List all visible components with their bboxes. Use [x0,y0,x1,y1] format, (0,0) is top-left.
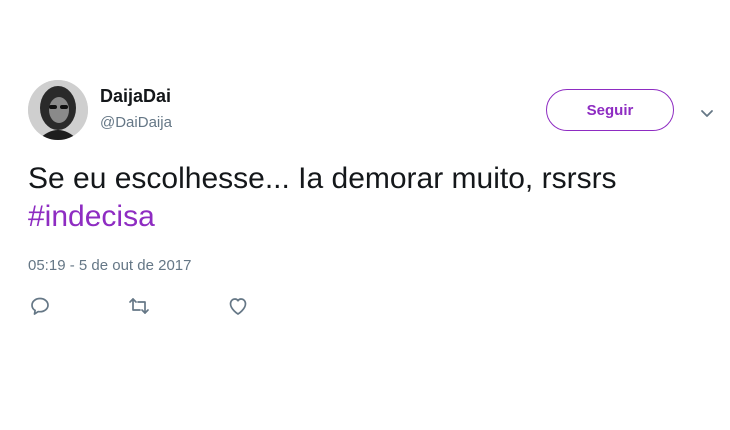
hashtag-link[interactable]: #indecisa [28,200,155,233]
like-icon[interactable] [226,294,250,318]
display-name[interactable]: DaijaDai [100,86,171,107]
avatar-image [28,80,88,140]
avatar[interactable] [28,80,88,140]
reply-icon[interactable] [28,294,52,318]
retweet-icon[interactable] [127,294,151,318]
user-handle[interactable]: @DaiDaija [100,114,172,131]
tweet-text: Se eu escolhesse... Ia demorar muito, rs… [28,160,708,236]
tweet-card: DaijaDai @DaiDaija Seguir Se eu escolhes… [0,0,730,430]
follow-button[interactable]: Seguir [546,89,674,131]
chevron-down-icon[interactable] [697,103,717,123]
tweet-timestamp[interactable]: 05:19 - 5 de out de 2017 [28,257,191,274]
tweet-text-body: Se eu escolhesse... Ia demorar muito, rs… [28,162,617,195]
